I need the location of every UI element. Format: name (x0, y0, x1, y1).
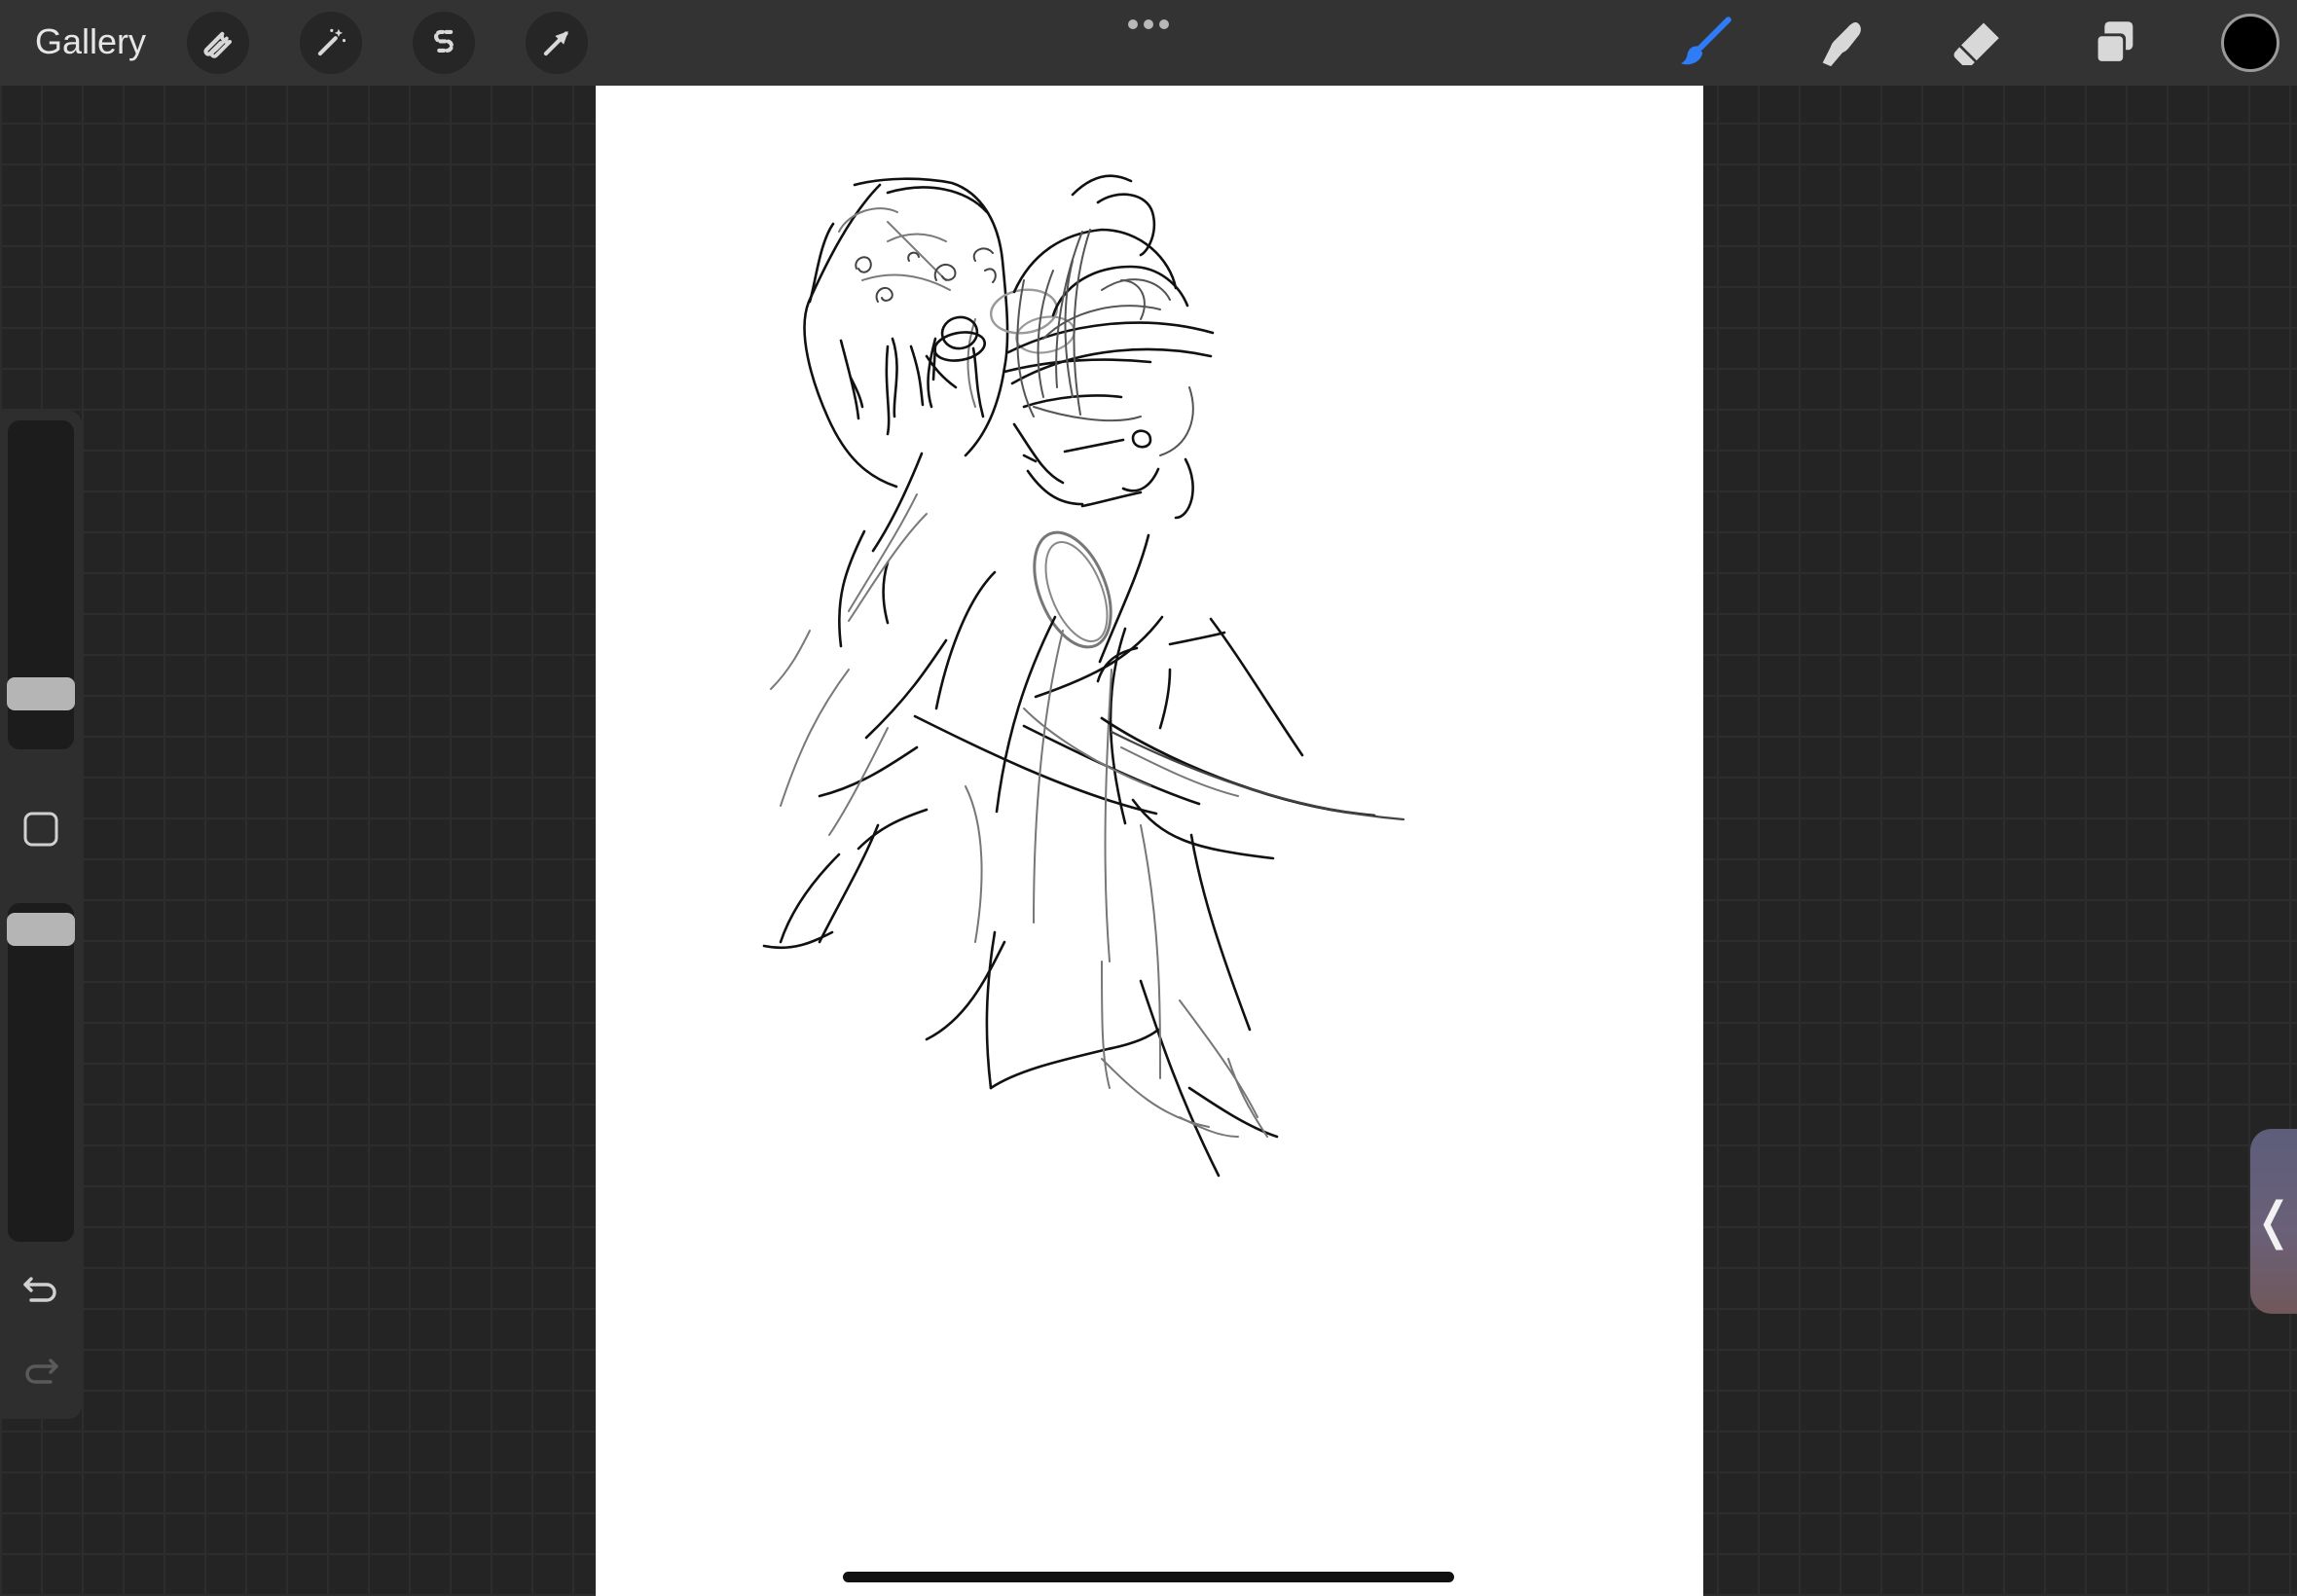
undo-arrow-icon (19, 1277, 62, 1314)
procreate-app: Gallery ❬ (0, 0, 2297, 1596)
brush-size-thumb[interactable] (7, 677, 75, 710)
redo-button[interactable] (19, 1349, 62, 1392)
layers-icon (2086, 15, 2142, 71)
brush-size-slider[interactable] (7, 420, 75, 749)
color-picker-button[interactable] (2221, 14, 2279, 72)
drawing-canvas[interactable] (596, 86, 1703, 1596)
redo-arrow-icon (19, 1359, 62, 1396)
opacity-thumb[interactable] (7, 913, 75, 946)
chevron-left-icon: ❬ (2252, 1192, 2295, 1251)
brush-tool-button[interactable] (1672, 10, 1738, 76)
left-sidebar (0, 411, 82, 1419)
top-toolbar: Gallery (0, 0, 2297, 86)
square-icon (21, 812, 60, 852)
opacity-slider[interactable] (7, 903, 75, 1242)
selection-s-icon (425, 24, 462, 61)
home-indicator[interactable] (843, 1572, 1454, 1582)
magic-wand-icon (312, 24, 349, 61)
sketch-drawing (762, 174, 1405, 1178)
side-panel-tab[interactable]: ❬ (2250, 1129, 2297, 1314)
transform-button[interactable] (526, 12, 588, 74)
actions-button[interactable] (187, 12, 249, 74)
modify-button[interactable] (21, 810, 60, 849)
layers-tool-button[interactable] (2081, 10, 2147, 76)
gallery-button[interactable]: Gallery (35, 18, 146, 66)
adjustments-button[interactable] (300, 12, 362, 74)
brush-icon (1676, 14, 1734, 72)
arrow-cursor-icon (538, 24, 575, 61)
undo-button[interactable] (19, 1267, 62, 1310)
smudge-tool-button[interactable] (1808, 10, 1875, 76)
eraser-icon (1950, 15, 2006, 71)
selection-button[interactable] (413, 12, 475, 74)
more-options-icon[interactable] (1119, 10, 1178, 39)
smudge-finger-icon (1813, 15, 1870, 71)
wrench-icon (200, 24, 237, 61)
eraser-tool-button[interactable] (1945, 10, 2011, 76)
